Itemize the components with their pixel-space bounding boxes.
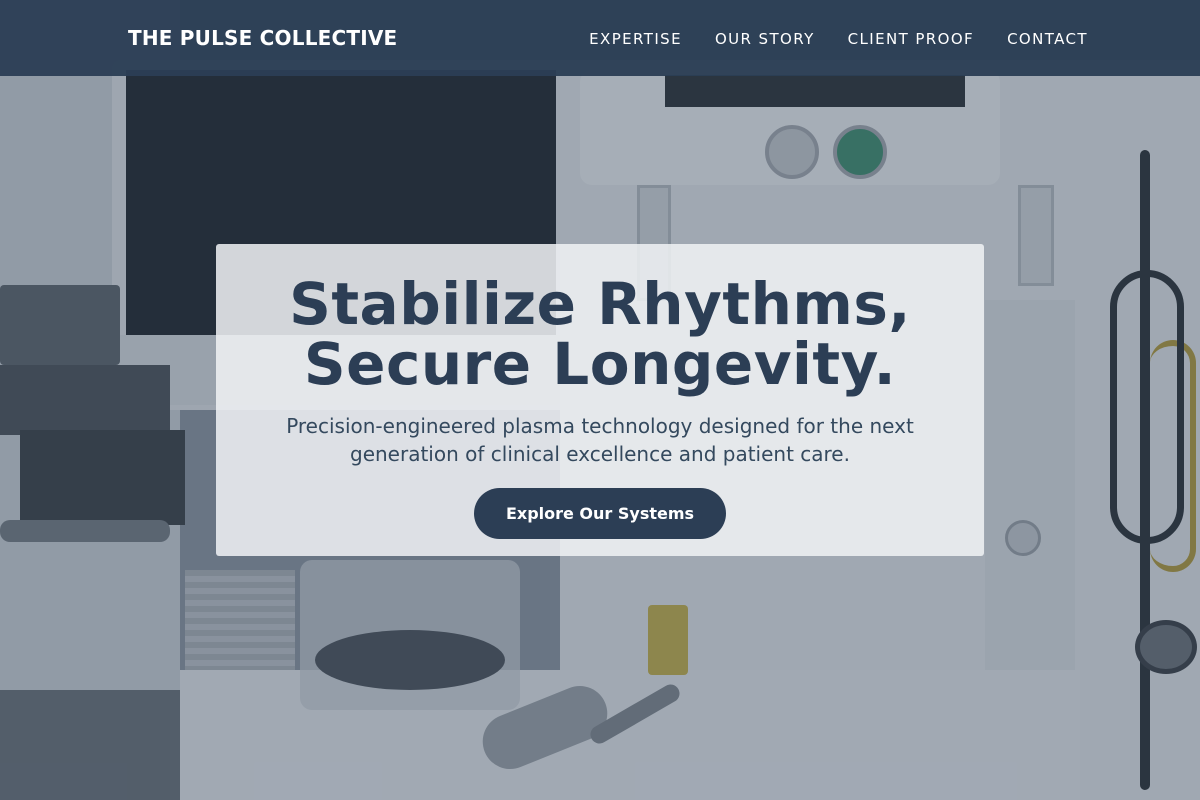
nav-item-contact: CONTACT <box>1007 29 1088 48</box>
nav-link-contact[interactable]: CONTACT <box>1007 30 1088 48</box>
hero-title: Stabilize Rhythms, Secure Longevity. <box>256 274 944 394</box>
hero-subtitle: Precision-engineered plasma technology d… <box>286 414 914 466</box>
nav-link-our-story[interactable]: OUR STORY <box>715 30 815 48</box>
explore-systems-button[interactable]: Explore Our Systems <box>474 488 726 539</box>
hero-title-line2: Secure Longevity. <box>303 330 897 398</box>
nav-item-expertise: EXPERTISE <box>589 29 682 48</box>
nav-item-client-proof: CLIENT PROOF <box>848 29 974 48</box>
page: THE PULSE COLLECTIVE EXPERTISE OUR STORY… <box>0 0 1200 800</box>
nav-item-our-story: OUR STORY <box>715 29 815 48</box>
brand-logo-link[interactable]: THE PULSE COLLECTIVE <box>128 26 397 50</box>
hero-title-line1: Stabilize Rhythms, <box>289 270 911 338</box>
nav-link-client-proof[interactable]: CLIENT PROOF <box>848 30 974 48</box>
nav-link-expertise[interactable]: EXPERTISE <box>589 30 682 48</box>
nav-menu: EXPERTISE OUR STORY CLIENT PROOF CONTACT <box>589 29 1088 48</box>
top-navbar: THE PULSE COLLECTIVE EXPERTISE OUR STORY… <box>0 0 1200 76</box>
hero-card: Stabilize Rhythms, Secure Longevity. Pre… <box>216 244 984 556</box>
